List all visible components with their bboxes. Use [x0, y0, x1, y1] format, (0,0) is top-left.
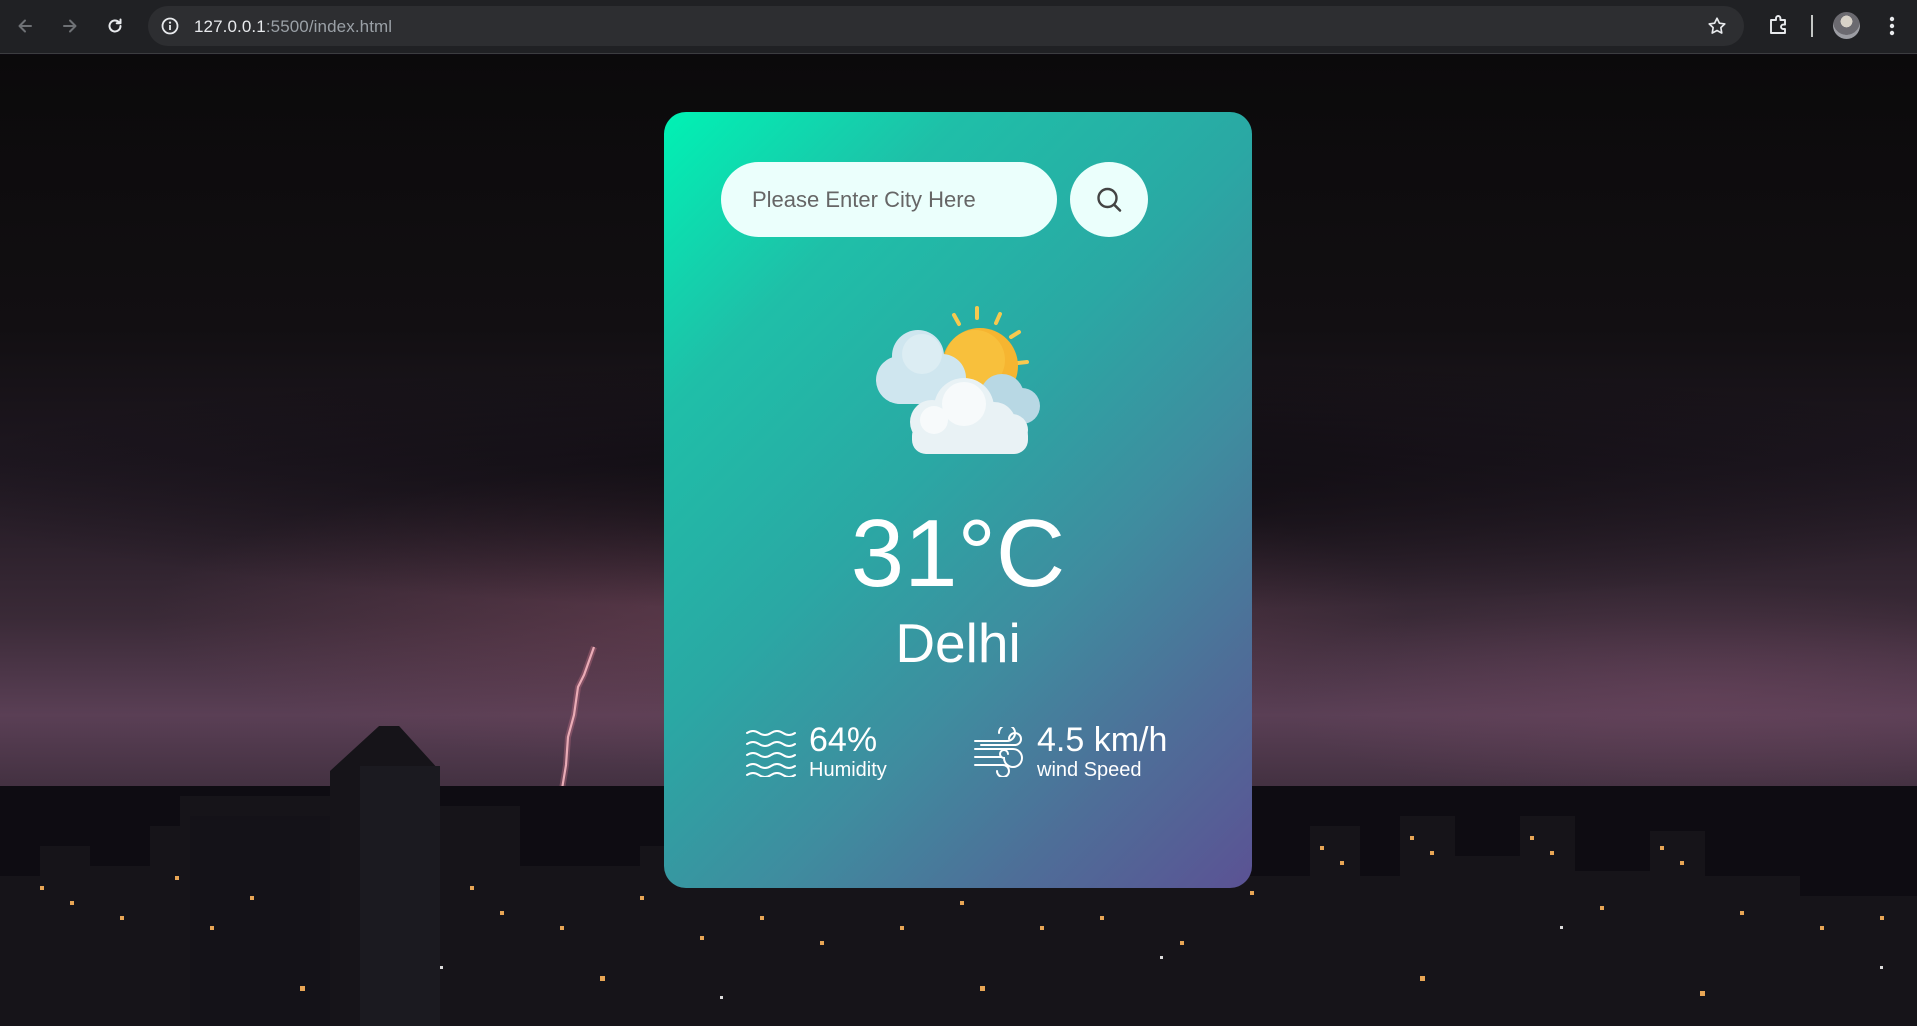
wind-icon — [974, 727, 1023, 777]
humidity-values: 64% Humidity — [809, 722, 887, 782]
wind-speed-detail: 4.5 km/h wind Speed — [973, 722, 1167, 782]
wind-values: 4.5 km/h wind Speed — [1037, 722, 1167, 782]
city-name: Delhi — [895, 612, 1021, 674]
back-button[interactable] — [10, 11, 40, 41]
url-host: 127.0.0.1 — [194, 17, 266, 36]
browser-toolbar: 127.0.0.1:5500/index.html — [0, 0, 1917, 54]
reload-button[interactable] — [100, 11, 130, 41]
url-text[interactable]: 127.0.0.1:5500/index.html — [194, 17, 392, 37]
search-icon — [1097, 187, 1122, 212]
humidity-label: Humidity — [809, 759, 887, 781]
humidity-waves-icon — [746, 730, 796, 777]
toolbar-divider — [1811, 15, 1813, 37]
forward-button[interactable] — [55, 11, 85, 41]
profile-avatar[interactable] — [1833, 12, 1860, 39]
wind-speed-value: 4.5 km/h — [1037, 721, 1168, 759]
site-info-icon[interactable] — [160, 16, 180, 36]
city-search-input[interactable] — [721, 162, 1057, 237]
url-path: :5500/index.html — [265, 17, 393, 36]
humidity-detail: 64% Humidity — [745, 722, 887, 782]
menu-kebab-icon[interactable] — [1882, 13, 1902, 39]
bookmark-star-icon[interactable] — [1706, 15, 1728, 37]
extensions-icon[interactable] — [1766, 12, 1792, 38]
address-bar[interactable]: 127.0.0.1:5500/index.html — [148, 6, 1744, 46]
temperature-value: 31°C — [850, 500, 1066, 607]
weather-card: 31°C Delhi 64% Humidity — [664, 112, 1252, 888]
partly-cloudy-icon — [876, 306, 1040, 454]
back-arrow-icon — [18, 19, 32, 33]
humidity-value: 64% — [809, 721, 878, 759]
reload-icon — [108, 18, 122, 33]
wind-speed-label: wind Speed — [1037, 759, 1142, 781]
forward-arrow-icon — [63, 19, 77, 33]
search-button[interactable] — [1070, 162, 1148, 237]
